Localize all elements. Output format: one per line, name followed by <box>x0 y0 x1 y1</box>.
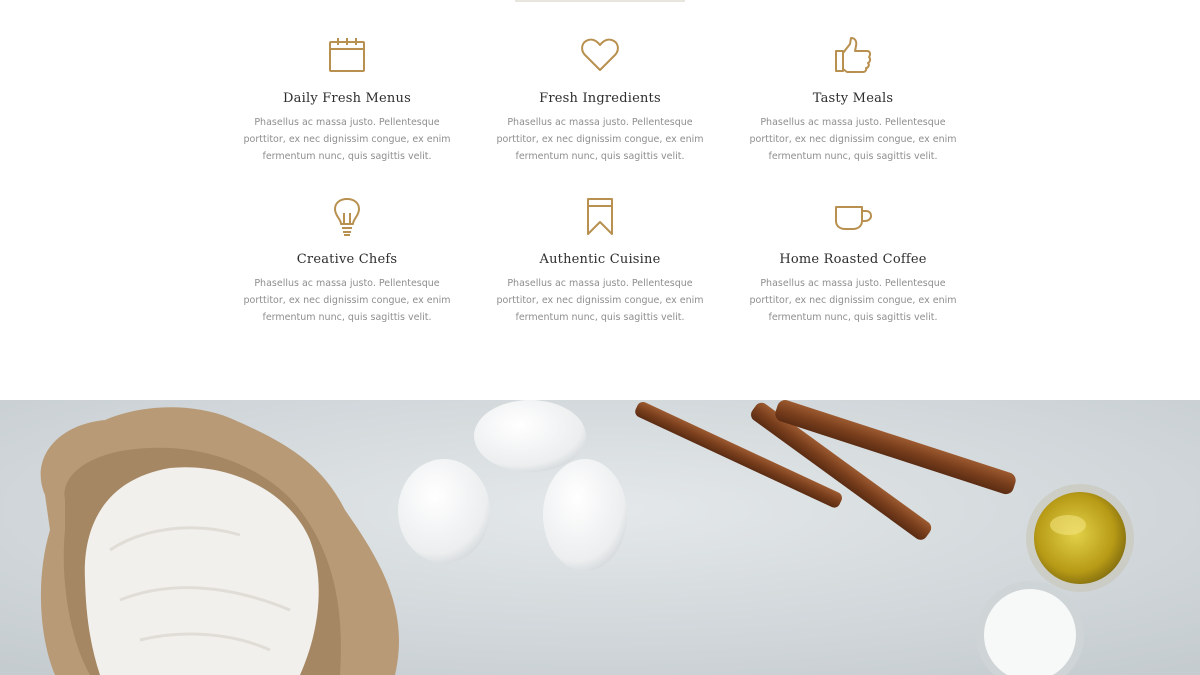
feature-title: Creative Chefs <box>296 252 398 267</box>
feature-title: Fresh Ingredients <box>539 91 661 106</box>
features-section: Daily Fresh Menus Phasellus ac massa jus… <box>0 0 1200 400</box>
feature-card: Creative Chefs Phasellus ac massa justo.… <box>227 197 467 326</box>
baking-ingredients-photo <box>0 400 1200 675</box>
feature-card: Home Roasted Coffee Phasellus ac massa j… <box>733 197 973 326</box>
photo-illustration <box>0 400 1200 675</box>
section-divider <box>515 0 685 2</box>
heart-icon <box>581 38 619 71</box>
feature-title: Authentic Cuisine <box>539 252 661 267</box>
feature-title: Home Roasted Coffee <box>779 252 927 267</box>
bookmark-icon <box>587 198 613 235</box>
feature-card: Tasty Meals Phasellus ac massa justo. Pe… <box>733 36 973 165</box>
feature-description: Phasellus ac massa justo. Pellentesque p… <box>243 117 451 162</box>
feature-title: Tasty Meals <box>812 91 894 106</box>
feature-description: Phasellus ac massa justo. Pellentesque p… <box>496 278 704 323</box>
feature-card: Fresh Ingredients Phasellus ac massa jus… <box>480 36 720 165</box>
calendar-icon <box>329 38 365 72</box>
feature-description: Phasellus ac massa justo. Pellentesque p… <box>496 117 704 162</box>
lightbulb-icon <box>334 198 360 236</box>
feature-card: Daily Fresh Menus Phasellus ac massa jus… <box>227 36 467 165</box>
thumbs-up-icon <box>835 37 872 73</box>
oil-jar <box>1026 484 1134 592</box>
feature-description: Phasellus ac massa justo. Pellentesque p… <box>749 278 957 323</box>
feature-description: Phasellus ac massa justo. Pellentesque p… <box>243 278 451 323</box>
feature-description: Phasellus ac massa justo. Pellentesque p… <box>749 117 957 162</box>
feature-card: Authentic Cuisine Phasellus ac massa jus… <box>480 197 720 326</box>
coffee-cup-icon <box>835 206 872 230</box>
feature-title: Daily Fresh Menus <box>283 91 411 106</box>
